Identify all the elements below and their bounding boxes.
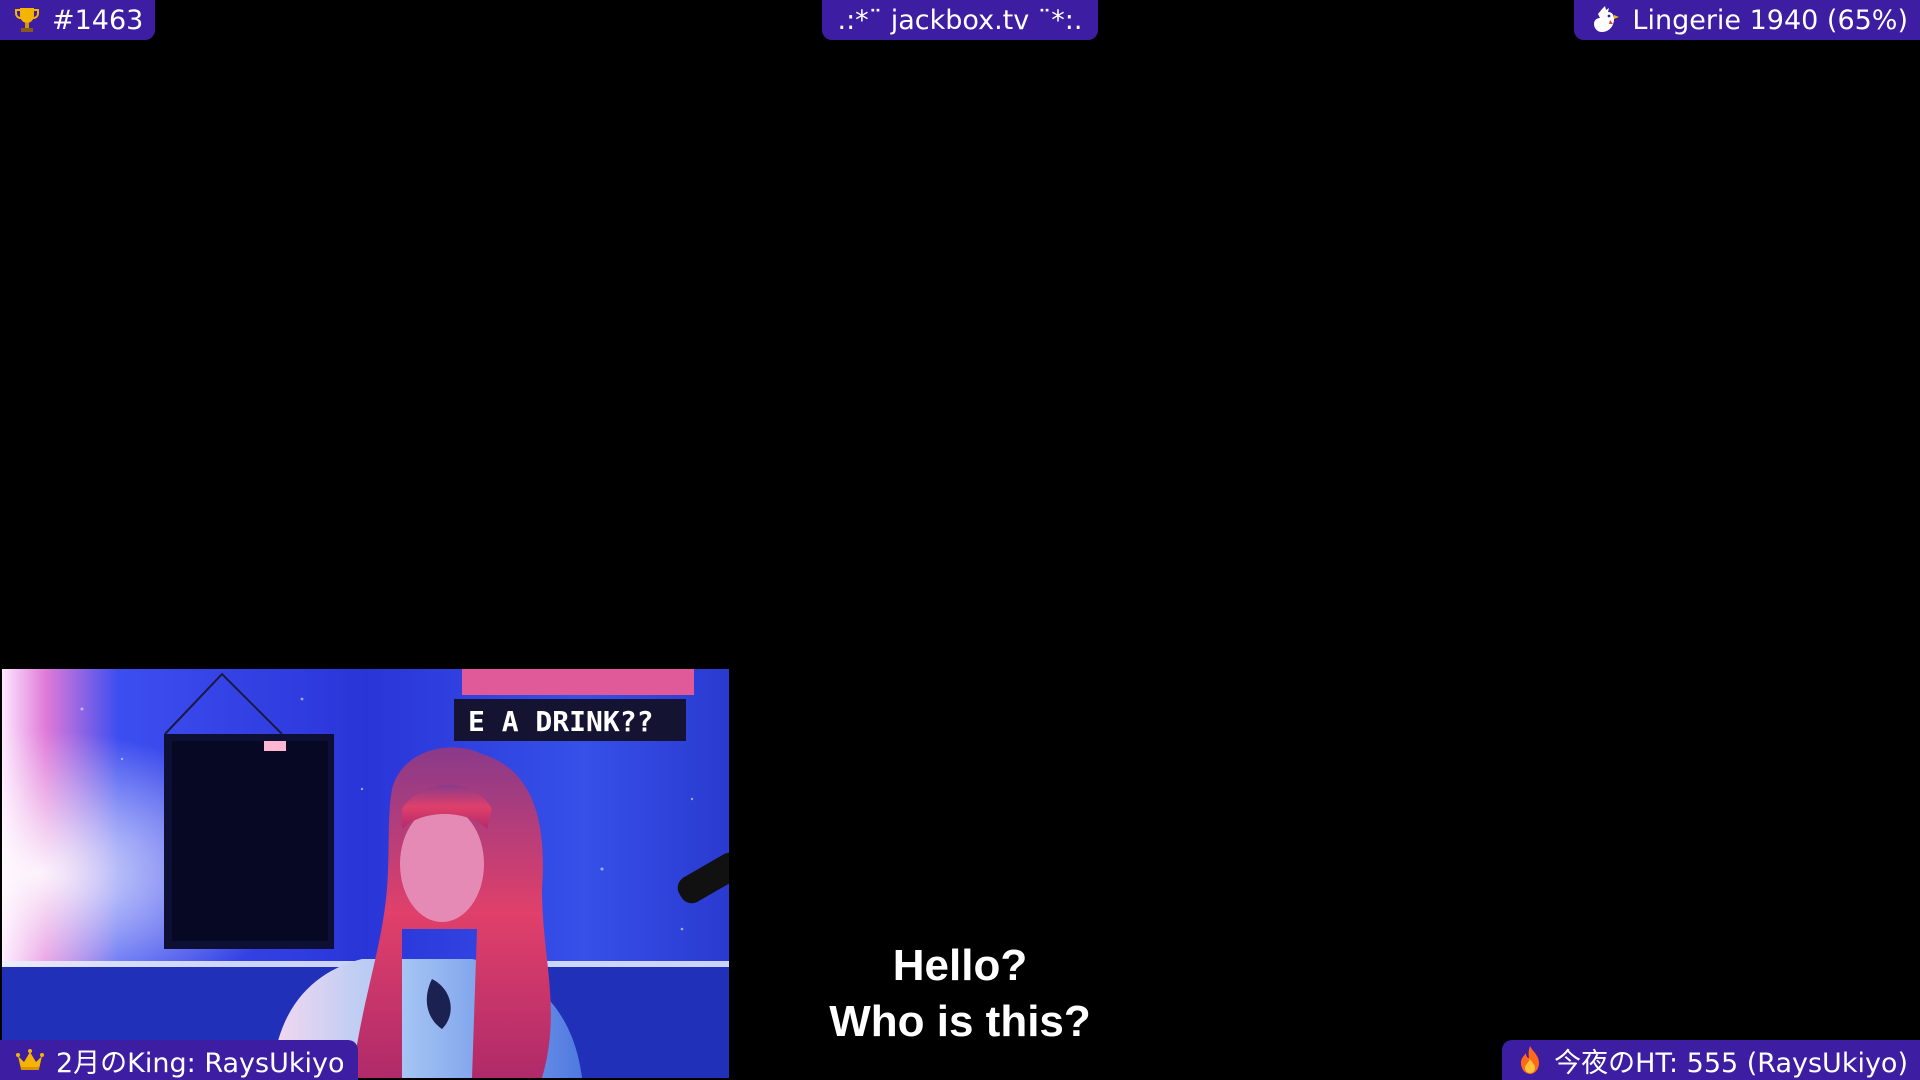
fire-icon (1518, 1045, 1542, 1075)
stream-overlay: #1463 .:*¨ jackbox.tv ¨*:. Lingerie 1940… (0, 0, 1920, 1080)
hype-train-badge: 今夜のHT: 555 (RaysUkiyo) (1502, 1040, 1920, 1080)
caption-line-1: Hello? (884, 938, 1036, 994)
webcam-feed: E A DRINK?? (2, 669, 729, 1078)
rooster-icon (1590, 6, 1620, 34)
rank-text: #1463 (52, 4, 144, 36)
subtitle-caption: Hello? Who is this? (820, 938, 1100, 1050)
now-playing-badge: Lingerie 1940 (65%) (1574, 0, 1920, 40)
caption-line-2: Who is this? (821, 994, 1099, 1050)
monthly-king-badge: 2月のKing: RaysUkiyo (0, 1040, 359, 1080)
monthly-king-text: 2月のKing: RaysUkiyo (56, 1047, 345, 1079)
rank-badge: #1463 (0, 0, 156, 40)
neon-sign-text: E A DRINK?? (468, 705, 653, 738)
hype-train-text: 今夜のHT: 555 (RaysUkiyo) (1554, 1047, 1908, 1079)
now-playing-text: Lingerie 1940 (65%) (1632, 4, 1908, 36)
crown-icon (16, 1048, 44, 1072)
trophy-icon (14, 6, 40, 34)
jackbox-text: .:*¨ jackbox.tv ¨*:. (837, 4, 1083, 36)
jackbox-banner: .:*¨ jackbox.tv ¨*:. (822, 0, 1098, 40)
